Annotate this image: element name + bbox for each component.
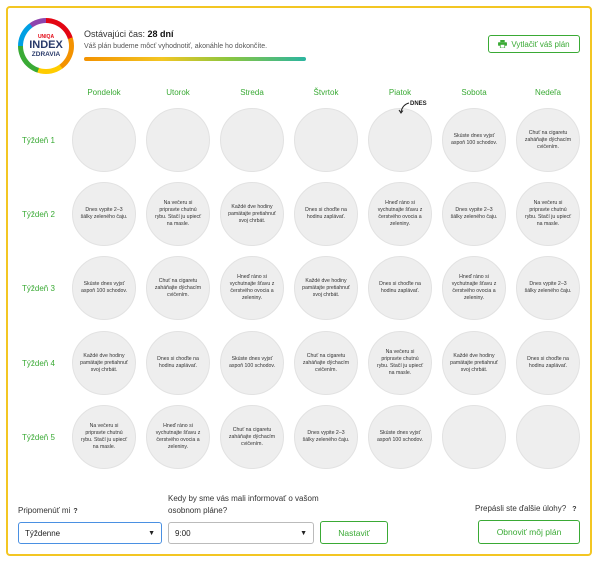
day-header: Pondelok bbox=[87, 88, 121, 97]
task-cell[interactable]: Skúste dnes vyjsť aspoň 100 schodov. bbox=[72, 256, 136, 320]
reminder-frequency-select[interactable]: Týždenne ▼ bbox=[18, 522, 162, 544]
notification-time-select[interactable]: 9:00 ▼ bbox=[168, 522, 314, 544]
empty-task-cell[interactable] bbox=[220, 108, 284, 172]
empty-task-cell[interactable] bbox=[72, 108, 136, 172]
task-cell[interactable]: Na večeru si pripravte chutnú rybu. Stač… bbox=[146, 182, 210, 246]
empty-task-cell[interactable] bbox=[368, 108, 432, 172]
refresh-plan-button[interactable]: Obnoviť môj plán bbox=[478, 520, 580, 544]
task-cell[interactable]: Každé dve hodiny pamätajte pretiahnuť sv… bbox=[294, 256, 358, 320]
task-cell[interactable]: Každé dve hodiny pamätajte pretiahnuť sv… bbox=[72, 331, 136, 395]
print-plan-button[interactable]: Vytlačiť váš plán bbox=[488, 35, 580, 53]
remaining-value: 28 dní bbox=[147, 29, 174, 39]
task-cell[interactable]: Chuť na cigaretu zaháňajte dýchacím cvič… bbox=[220, 405, 284, 469]
empty-task-cell[interactable] bbox=[516, 405, 580, 469]
task-cell[interactable]: Na večeru si pripravte chutnú rybu. Stač… bbox=[72, 405, 136, 469]
missed-help-icon[interactable]: ? bbox=[572, 506, 576, 513]
task-cell[interactable]: Hneď ráno si vychutnajte šťavu z čerstvé… bbox=[220, 256, 284, 320]
task-cell[interactable]: Každé dve hodiny pamätajte pretiahnuť sv… bbox=[442, 331, 506, 395]
notification-time-label: Kedy by sme vás mali informovať o vašom … bbox=[168, 494, 319, 515]
day-header: Piatok bbox=[388, 88, 412, 97]
remaining-label: Ostávajúci čas: bbox=[84, 29, 146, 39]
week-label: Týždeň 4 bbox=[22, 359, 55, 368]
day-header: Utorok bbox=[166, 88, 190, 97]
task-cell[interactable]: Chuť na cigaretu zaháňajte dýchacím cvič… bbox=[516, 108, 580, 172]
printer-icon bbox=[498, 40, 508, 48]
task-cell[interactable]: Chuť na cigaretu zaháňajte dýchacím cvič… bbox=[146, 256, 210, 320]
day-header: Streda bbox=[240, 88, 264, 97]
week-label: Týždeň 2 bbox=[22, 210, 55, 219]
task-cell[interactable]: Každé dve hodiny pamätajte pretiahnuť sv… bbox=[220, 182, 284, 246]
missed-tasks-text: Prepásli ste ďalšie úlohy? bbox=[475, 504, 567, 513]
remind-label: Pripomenúť mi? bbox=[18, 506, 78, 515]
notification-time-value: 9:00 bbox=[175, 528, 191, 538]
task-cell[interactable]: Skúste dnes vyjsť aspoň 100 schodov. bbox=[368, 405, 432, 469]
week-label: Týždeň 1 bbox=[22, 136, 55, 145]
task-cell[interactable]: Hneď ráno si vychutnajte šťavu z čerstvé… bbox=[442, 256, 506, 320]
task-cell[interactable]: Dnes vypite 2–3 šálky zeleného čaju. bbox=[516, 256, 580, 320]
reminder-frequency-value: Týždenne bbox=[25, 528, 61, 538]
task-cell[interactable]: Skúste dnes vyjsť aspoň 100 schodov. bbox=[442, 108, 506, 172]
remind-help-icon[interactable]: ? bbox=[73, 508, 77, 515]
task-cell[interactable]: Dnes si choďte na hodinu zaplávať. bbox=[368, 256, 432, 320]
task-cell[interactable]: Na večeru si pripravte chutnú rybu. Stač… bbox=[368, 331, 432, 395]
task-cell[interactable]: Na večeru si pripravte chutnú rybu. Stač… bbox=[516, 182, 580, 246]
index-zdravia-logo: UNIQA INDEX ZDRAVIA bbox=[18, 18, 74, 74]
task-cell[interactable]: Hneď ráno si vychutnajte šťavu z čerstvé… bbox=[146, 405, 210, 469]
task-cell[interactable]: Dnes vypite 2–3 šálky zeleného čaju. bbox=[442, 182, 506, 246]
week-label: Týždeň 3 bbox=[22, 284, 55, 293]
logo-sub: ZDRAVIA bbox=[31, 50, 61, 58]
task-cell[interactable]: Chuť na cigaretu zaháňajte dýchacím cvič… bbox=[294, 331, 358, 395]
week-label: Týždeň 5 bbox=[22, 433, 55, 442]
print-plan-label: Vytlačiť váš plán bbox=[511, 39, 570, 49]
task-cell[interactable]: Dnes si choďte na hodinu zaplávať. bbox=[146, 331, 210, 395]
missed-tasks-label: Prepásli ste ďalšie úlohy?? bbox=[475, 504, 576, 513]
day-header: Nedeľa bbox=[535, 88, 561, 97]
remind-label-text: Pripomenúť mi bbox=[18, 506, 71, 515]
task-cell[interactable]: Hneď ráno si vychutnajte šťavu z čerstvé… bbox=[368, 182, 432, 246]
today-label: DNES bbox=[410, 101, 427, 107]
day-header: Sobota bbox=[461, 88, 487, 97]
day-header: Štvrtok bbox=[313, 88, 339, 97]
remaining-time: Ostávajúci čas: 28 dní bbox=[84, 29, 174, 39]
task-cell[interactable]: Skúste dnes vyjsť aspoň 100 schodov. bbox=[220, 331, 284, 395]
task-cell[interactable]: Dnes vypite 2–3 šálky zeleného čaju. bbox=[72, 182, 136, 246]
info-text: Váš plán budeme môcť vyhodnotiť, akonáhl… bbox=[84, 43, 268, 50]
task-cell[interactable]: Dnes vypite 2–3 šálky zeleného čaju. bbox=[294, 405, 358, 469]
empty-task-cell[interactable] bbox=[146, 108, 210, 172]
progress-bar bbox=[84, 57, 306, 61]
task-cell[interactable]: Dnes si choďte na hodinu zaplávať. bbox=[294, 182, 358, 246]
empty-task-cell[interactable] bbox=[294, 108, 358, 172]
chevron-down-icon: ▼ bbox=[300, 530, 307, 537]
logo-main: INDEX bbox=[29, 38, 63, 51]
task-cell[interactable]: Dnes si choďte na hodinu zaplávať. bbox=[516, 331, 580, 395]
chevron-down-icon: ▼ bbox=[148, 530, 155, 537]
set-button[interactable]: Nastaviť bbox=[320, 521, 388, 544]
empty-task-cell[interactable] bbox=[442, 405, 506, 469]
